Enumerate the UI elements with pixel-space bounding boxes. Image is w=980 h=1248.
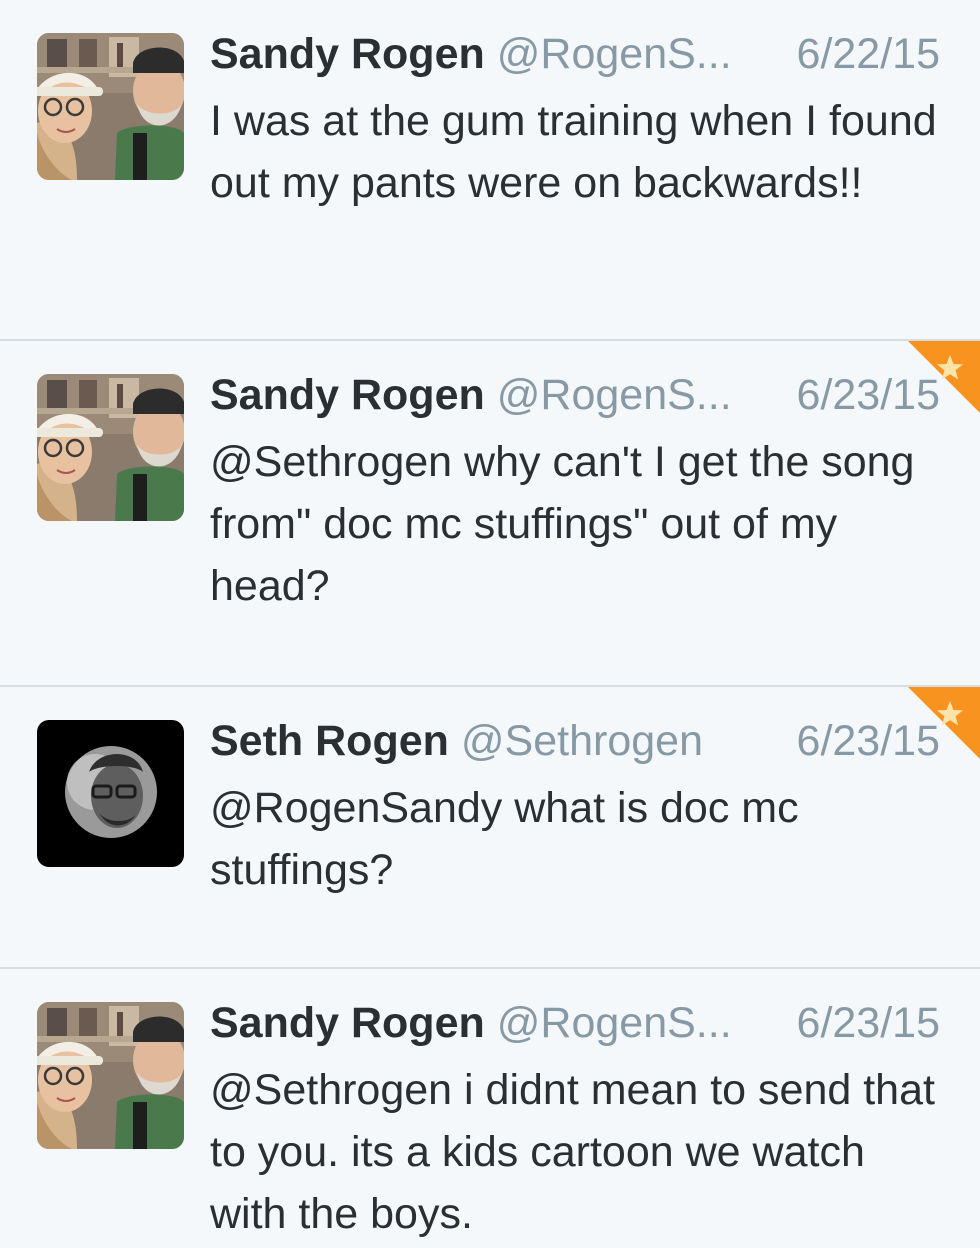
tweet-2[interactable]: Sandy Rogen @RogenS... 6/23/15 @Sethrogen… xyxy=(0,341,980,687)
tweet-header: Sandy Rogen @RogenS... 6/23/15 xyxy=(210,369,940,421)
avatar[interactable] xyxy=(37,33,184,180)
couple-photo-avatar-image xyxy=(37,1002,184,1149)
display-name[interactable]: Sandy Rogen xyxy=(210,999,485,1047)
couple-photo-avatar-image xyxy=(37,33,184,180)
tweet-text: @RogenSandy what is doc mc stuffings? xyxy=(210,784,799,894)
tweet-timeline: Sandy Rogen @RogenS... 6/22/15 I was at t… xyxy=(0,0,980,1248)
tweet-date[interactable]: 6/23/15 xyxy=(797,997,940,1049)
display-name[interactable]: Sandy Rogen xyxy=(210,371,485,419)
username-handle[interactable]: @Sethrogen xyxy=(461,717,703,765)
tweet-date[interactable]: 6/23/15 xyxy=(797,715,940,767)
tweet-date[interactable]: 6/23/15 xyxy=(797,369,940,421)
tweet-header: Seth Rogen @Sethrogen 6/23/15 xyxy=(210,715,940,767)
username-handle[interactable]: @RogenS... xyxy=(497,371,732,419)
avatar[interactable] xyxy=(37,374,184,521)
tweet-text: @Sethrogen why can't I get the song from… xyxy=(210,438,915,610)
tweet-date[interactable]: 6/22/15 xyxy=(797,28,940,80)
avatar[interactable] xyxy=(37,720,184,867)
couple-photo-avatar-image xyxy=(37,374,184,521)
tweet-4[interactable]: Sandy Rogen @RogenS... 6/23/15 @Sethrogen… xyxy=(0,969,980,1248)
username-handle[interactable]: @RogenS... xyxy=(497,999,732,1047)
username-handle[interactable]: @RogenS... xyxy=(497,30,732,78)
tweet-text: I was at the gum training when I found o… xyxy=(210,97,937,207)
tweet-text: @Sethrogen i didnt mean to send that to … xyxy=(210,1066,935,1238)
avatar[interactable] xyxy=(37,1002,184,1149)
display-name[interactable]: Sandy Rogen xyxy=(210,30,485,78)
tweet-header: Sandy Rogen @RogenS... 6/22/15 xyxy=(210,28,940,80)
display-name[interactable]: Seth Rogen xyxy=(210,717,449,765)
tweet-1[interactable]: Sandy Rogen @RogenS... 6/22/15 I was at t… xyxy=(0,0,980,341)
tweet-3[interactable]: Seth Rogen @Sethrogen 6/23/15 @RogenSandy… xyxy=(0,687,980,969)
bw-portrait-avatar-image xyxy=(37,720,184,867)
tweet-header: Sandy Rogen @RogenS... 6/23/15 xyxy=(210,997,940,1049)
